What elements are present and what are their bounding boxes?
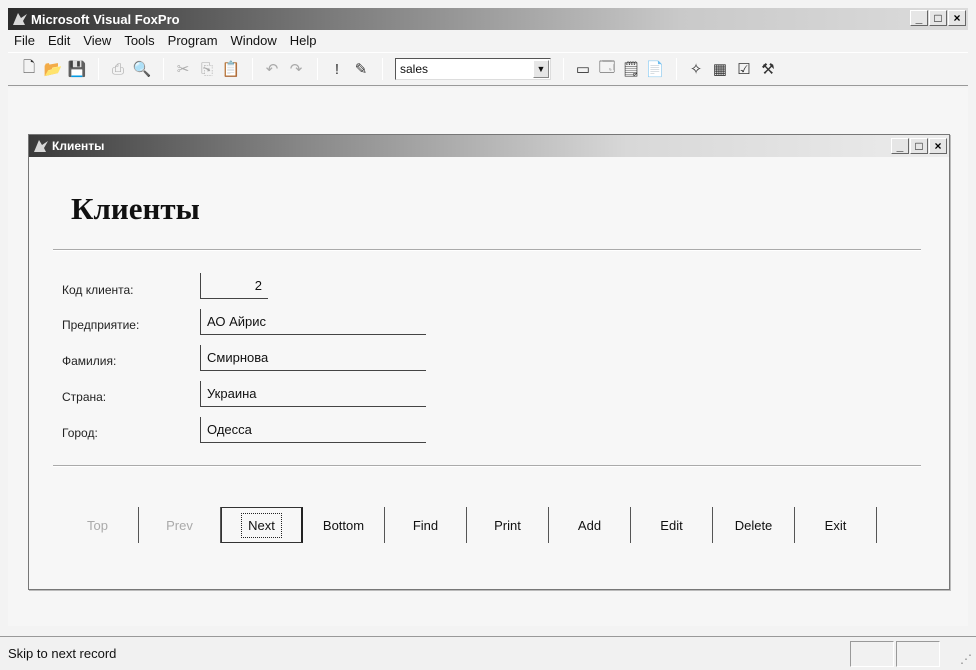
- menu-bar: File Edit View Tools Program Window Help: [8, 30, 968, 50]
- autoform-icon[interactable]: ☑: [733, 58, 755, 80]
- copy-icon[interactable]: ⎘: [196, 58, 218, 80]
- delete-button[interactable]: Delete: [713, 507, 795, 543]
- country-label: Страна:: [62, 390, 107, 404]
- form-heading: Клиенты: [71, 191, 200, 226]
- delete-button-label: Delete: [734, 517, 773, 533]
- cut-icon[interactable]: ✂: [172, 58, 194, 80]
- app-window-controls: _ □ ×: [910, 10, 966, 26]
- find-button[interactable]: Find: [385, 507, 467, 543]
- country-field[interactable]: Украина: [200, 381, 426, 407]
- run-icon[interactable]: !: [326, 58, 348, 80]
- status-bar: Skip to next record ⋰: [0, 636, 976, 670]
- company-field[interactable]: АО Айрис: [200, 309, 426, 335]
- standard-toolbar: 🗋 📂 💾 ⎙ 🔍 ✂ ⎘ 📋 ↶ ↷ ! ✎ sales ▼ ▭ 🗔 🗒 📄 …: [8, 52, 968, 86]
- exit-button-label: Exit: [824, 517, 847, 533]
- form-window-title: Клиенты: [52, 139, 105, 153]
- form-wizard-icon[interactable]: ✧: [685, 58, 707, 80]
- menu-help[interactable]: Help: [290, 33, 317, 48]
- tools-icon[interactable]: ⚒: [757, 58, 779, 80]
- next-button[interactable]: Next: [221, 507, 303, 543]
- database-combo[interactable]: sales ▼: [395, 58, 551, 80]
- toolbar-separator: [676, 58, 677, 80]
- edit-button[interactable]: Edit: [631, 507, 713, 543]
- surname-label: Фамилия:: [62, 354, 117, 368]
- resize-grip-icon[interactable]: ⋰: [960, 652, 972, 666]
- form-window-controls: _ □ ×: [891, 138, 947, 154]
- app-title: Microsoft Visual FoxPro: [31, 11, 180, 27]
- save-icon[interactable]: 💾: [66, 58, 88, 80]
- open-folder-icon[interactable]: 📂: [42, 58, 64, 80]
- maximize-icon[interactable]: □: [910, 138, 928, 154]
- toolbar-separator: [317, 58, 318, 80]
- prev-button-label: Prev: [166, 517, 193, 533]
- bottom-button-label: Bottom: [322, 517, 365, 533]
- undo-icon[interactable]: ↶: [261, 58, 283, 80]
- divider: [53, 249, 921, 251]
- toolbar-separator: [382, 58, 383, 80]
- chevron-down-icon[interactable]: ▼: [533, 60, 549, 78]
- data-session-icon[interactable]: 🗔: [596, 58, 618, 80]
- close-icon[interactable]: ×: [929, 138, 947, 154]
- toolbar-separator: [252, 58, 253, 80]
- paste-icon[interactable]: 📋: [220, 58, 242, 80]
- edit-button-label: Edit: [660, 517, 683, 533]
- prev-button[interactable]: Prev: [139, 507, 221, 543]
- minimize-icon[interactable]: _: [891, 138, 909, 154]
- menu-program[interactable]: Program: [168, 33, 218, 48]
- client-id-field[interactable]: 2: [200, 273, 268, 299]
- form-logo-icon: [33, 138, 49, 154]
- new-file-icon[interactable]: 🗋: [18, 58, 40, 80]
- toolbar-separator: [163, 58, 164, 80]
- redo-icon[interactable]: ↷: [285, 58, 307, 80]
- surname-field[interactable]: Смирнова: [200, 345, 426, 371]
- city-label: Город:: [62, 426, 98, 440]
- form-titlebar: Клиенты _ □ ×: [29, 135, 949, 157]
- top-button-label: Top: [87, 517, 108, 533]
- print-button[interactable]: Print: [467, 507, 549, 543]
- app-titlebar: Microsoft Visual FoxPro _ □ ×: [8, 8, 968, 30]
- status-panel: [896, 641, 940, 667]
- menu-tools[interactable]: Tools: [124, 33, 154, 48]
- properties-icon[interactable]: 🗒: [620, 58, 642, 80]
- modify-form-icon[interactable]: ✎: [350, 58, 372, 80]
- foxpro-logo-icon: [12, 11, 28, 27]
- code-icon[interactable]: 📄: [644, 58, 666, 80]
- next-button-label: Next: [241, 512, 282, 538]
- toolbar-separator: [563, 58, 564, 80]
- command-window-icon[interactable]: ▭: [572, 58, 594, 80]
- maximize-icon[interactable]: □: [929, 10, 947, 26]
- navigation-button-bar: Top Prev Next Bottom Find Print Add Edit…: [57, 507, 877, 543]
- city-field[interactable]: Одесса: [200, 417, 426, 443]
- print-icon[interactable]: ⎙: [107, 58, 129, 80]
- database-combo-value: sales: [400, 62, 429, 76]
- client-id-label: Код клиента:: [62, 283, 134, 297]
- find-button-label: Find: [412, 517, 439, 533]
- clients-form-window: Клиенты _ □ × Клиенты Код клиента: 2 Пре…: [28, 134, 950, 590]
- menu-view[interactable]: View: [83, 33, 111, 48]
- bottom-button[interactable]: Bottom: [303, 507, 385, 543]
- add-button-label: Add: [577, 517, 602, 533]
- status-text: Skip to next record: [8, 646, 117, 661]
- toolbar-separator: [98, 58, 99, 80]
- print-preview-icon[interactable]: 🔍: [131, 58, 153, 80]
- company-label: Предприятие:: [62, 318, 140, 332]
- minimize-icon[interactable]: _: [910, 10, 928, 26]
- menu-edit[interactable]: Edit: [48, 33, 70, 48]
- menu-window[interactable]: Window: [231, 33, 277, 48]
- menu-file[interactable]: File: [14, 33, 35, 48]
- add-button[interactable]: Add: [549, 507, 631, 543]
- status-panel: [850, 641, 894, 667]
- divider: [53, 465, 921, 467]
- exit-button[interactable]: Exit: [795, 507, 877, 543]
- report-wizard-icon[interactable]: ▦: [709, 58, 731, 80]
- print-button-label: Print: [494, 517, 521, 533]
- close-icon[interactable]: ×: [948, 10, 966, 26]
- top-button[interactable]: Top: [57, 507, 139, 543]
